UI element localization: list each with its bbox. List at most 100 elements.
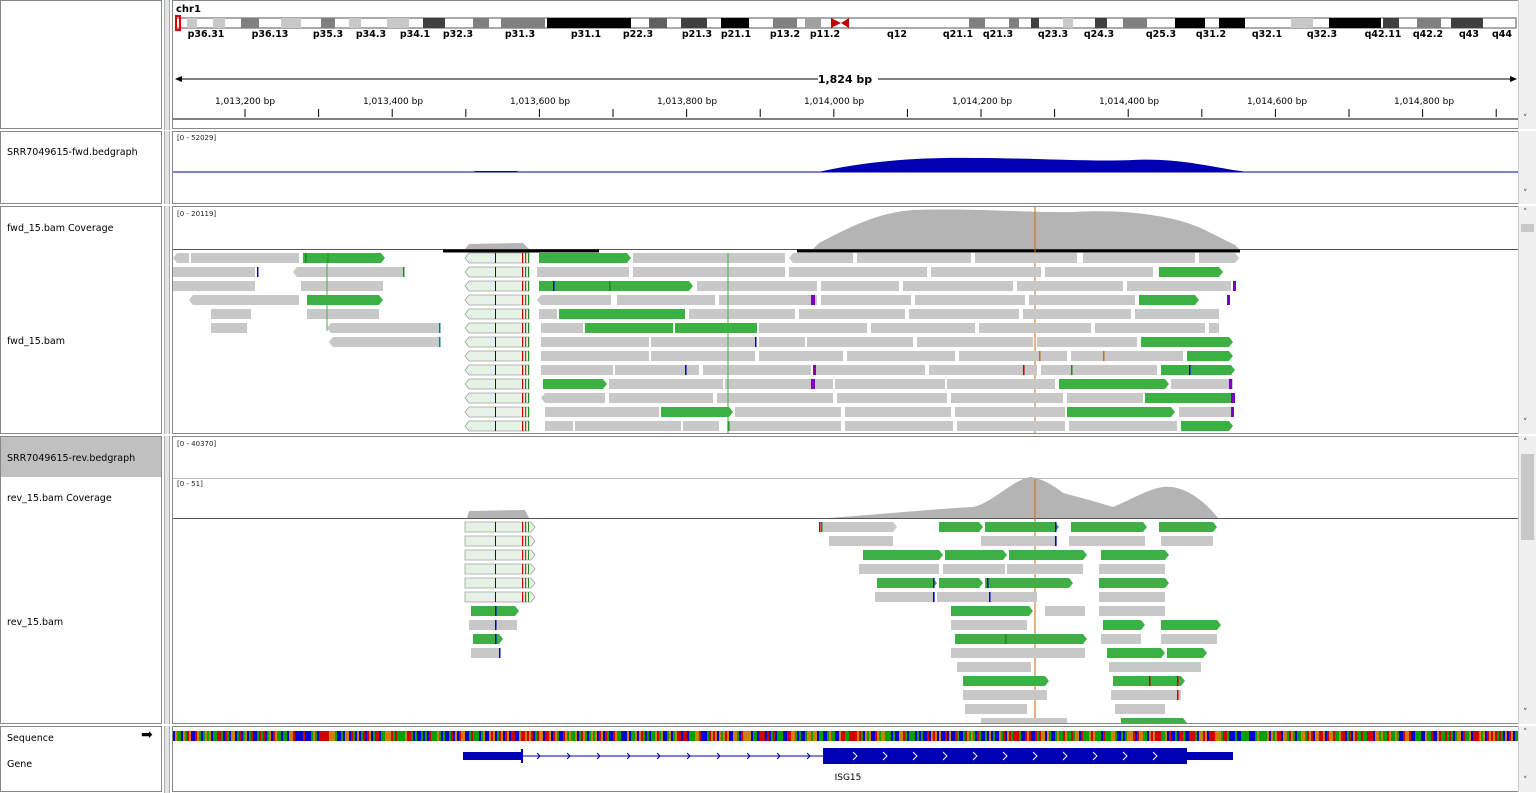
aligned-read[interactable] — [929, 365, 1037, 375]
aligned-read[interactable] — [633, 267, 785, 277]
aligned-read[interactable] — [464, 549, 536, 561]
aligned-read[interactable] — [1099, 578, 1169, 588]
cytoband[interactable] — [1291, 18, 1313, 28]
aligned-read[interactable] — [697, 281, 817, 291]
cytoband[interactable] — [387, 18, 409, 28]
aligned-read[interactable] — [1099, 592, 1165, 602]
aligned-read[interactable] — [1083, 253, 1195, 263]
aligned-read[interactable] — [1115, 704, 1165, 714]
panel-divider[interactable] — [164, 436, 170, 724]
aligned-read[interactable] — [541, 365, 613, 375]
aligned-read[interactable] — [545, 421, 573, 431]
aligned-read[interactable] — [211, 323, 247, 333]
aligned-read[interactable] — [633, 253, 785, 263]
aligned-read[interactable] — [575, 421, 681, 431]
aligned-read[interactable] — [545, 407, 659, 417]
aligned-read[interactable] — [917, 337, 1033, 347]
aligned-read[interactable] — [1045, 267, 1153, 277]
aligned-read[interactable] — [1071, 351, 1183, 361]
aligned-read[interactable] — [1199, 253, 1239, 263]
aligned-read[interactable] — [464, 294, 530, 306]
aligned-read[interactable] — [875, 592, 935, 602]
aligned-read[interactable] — [464, 280, 530, 292]
aligned-read[interactable] — [191, 253, 299, 263]
aligned-read[interactable] — [1127, 281, 1231, 291]
fwd-bam-data[interactable]: [0 - 20119] — [172, 206, 1518, 434]
cytoband[interactable] — [721, 18, 749, 28]
aligned-read[interactable] — [464, 350, 530, 362]
aligned-read[interactable] — [981, 536, 1057, 546]
aligned-read[interactable] — [327, 323, 439, 333]
aligned-read[interactable] — [1159, 522, 1217, 532]
rev-bam-track-name[interactable]: rev_15.bam — [7, 617, 63, 628]
aligned-read[interactable] — [464, 577, 536, 589]
aligned-read[interactable] — [789, 267, 927, 277]
aligned-read[interactable] — [915, 295, 1025, 305]
aligned-read[interactable] — [469, 620, 517, 630]
aligned-read[interactable] — [821, 281, 899, 291]
cytoband[interactable] — [1123, 18, 1147, 28]
aligned-read[interactable] — [464, 392, 530, 404]
aligned-read[interactable] — [1187, 351, 1233, 361]
cytoband[interactable] — [501, 18, 545, 28]
aligned-read[interactable] — [951, 606, 1033, 616]
fwd-coverage-histogram[interactable] — [465, 209, 1239, 249]
aligned-read[interactable] — [173, 267, 255, 277]
aligned-read[interactable] — [1107, 648, 1165, 658]
aligned-read[interactable] — [909, 309, 1019, 319]
cytoband[interactable] — [281, 18, 301, 28]
aligned-read[interactable] — [609, 393, 713, 403]
aligned-read[interactable] — [683, 421, 719, 431]
fwd-bedgraph-data[interactable]: [0 - 52029] — [172, 131, 1518, 204]
fwd-bedgraph-track-name[interactable]: SRR7049615-fwd.bedgraph — [7, 147, 138, 158]
aligned-read[interactable] — [464, 266, 530, 278]
aligned-read[interactable] — [951, 393, 1063, 403]
aligned-read[interactable] — [1159, 267, 1223, 277]
aligned-read[interactable] — [1109, 662, 1201, 672]
aligned-read[interactable] — [675, 323, 757, 333]
aligned-read[interactable] — [947, 379, 1055, 389]
cytoband[interactable] — [1031, 18, 1039, 28]
aligned-read[interactable] — [464, 308, 530, 320]
cytoband[interactable] — [1175, 18, 1205, 28]
scroll-thumb[interactable] — [1521, 224, 1534, 232]
aligned-read[interactable] — [1161, 365, 1235, 375]
aligned-read[interactable] — [829, 536, 893, 546]
aligned-read[interactable] — [1181, 421, 1233, 431]
panel-divider[interactable] — [164, 206, 170, 434]
aligned-read[interactable] — [965, 704, 1027, 714]
aligned-read[interactable] — [464, 378, 530, 390]
aligned-read[interactable] — [464, 591, 536, 603]
aligned-read[interactable] — [1067, 393, 1143, 403]
aligned-read[interactable] — [1141, 337, 1233, 347]
chevron-down-icon[interactable]: ˅ — [1523, 776, 1528, 786]
aligned-read[interactable] — [473, 634, 503, 644]
aligned-read[interactable] — [959, 351, 1067, 361]
aligned-read[interactable] — [943, 564, 1005, 574]
rev-coverage-histogram[interactable] — [467, 477, 1218, 518]
aligned-read[interactable] — [985, 522, 1059, 532]
cytoband[interactable] — [681, 18, 707, 28]
cytoband[interactable] — [187, 18, 197, 28]
aligned-read[interactable] — [735, 407, 841, 417]
aligned-read[interactable] — [537, 267, 629, 277]
cytoband[interactable] — [349, 18, 361, 28]
aligned-read[interactable] — [717, 393, 833, 403]
cytoband[interactable] — [969, 18, 985, 28]
cytoband[interactable] — [473, 18, 489, 28]
rev-bedgraph-track-name[interactable]: SRR7049615-rev.bedgraph — [7, 453, 135, 464]
aligned-read[interactable] — [1161, 634, 1217, 644]
aligned-read[interactable] — [1069, 421, 1177, 431]
panel-divider[interactable] — [164, 131, 170, 204]
panel-divider[interactable] — [164, 0, 170, 130]
aligned-read[interactable] — [689, 309, 795, 319]
aligned-read[interactable] — [471, 648, 499, 658]
aligned-read[interactable] — [1145, 393, 1235, 403]
aligned-read[interactable] — [1069, 536, 1145, 546]
aligned-read[interactable] — [845, 421, 953, 431]
aligned-read[interactable] — [537, 295, 611, 305]
aligned-read[interactable] — [799, 309, 905, 319]
cytoband[interactable] — [547, 18, 631, 28]
feature-data[interactable]: ISG15 — [172, 726, 1518, 792]
aligned-read[interactable] — [939, 522, 983, 532]
